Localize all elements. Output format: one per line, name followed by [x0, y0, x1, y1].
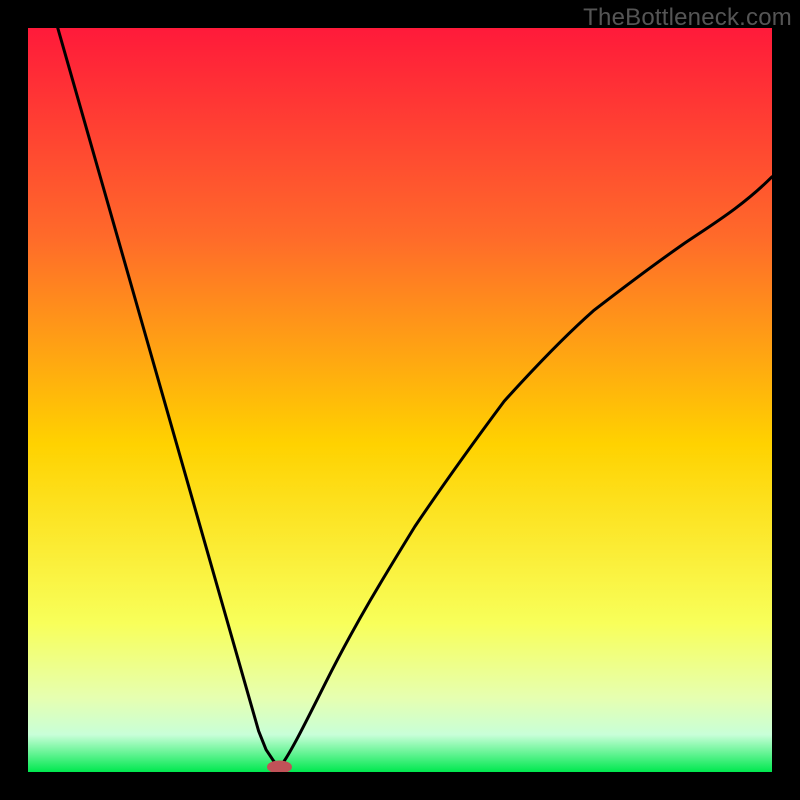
plot-area [28, 28, 772, 772]
chart-svg [28, 28, 772, 772]
gradient-background [28, 28, 772, 772]
chart-container: TheBottleneck.com [0, 0, 800, 800]
optimum-marker [267, 761, 291, 772]
